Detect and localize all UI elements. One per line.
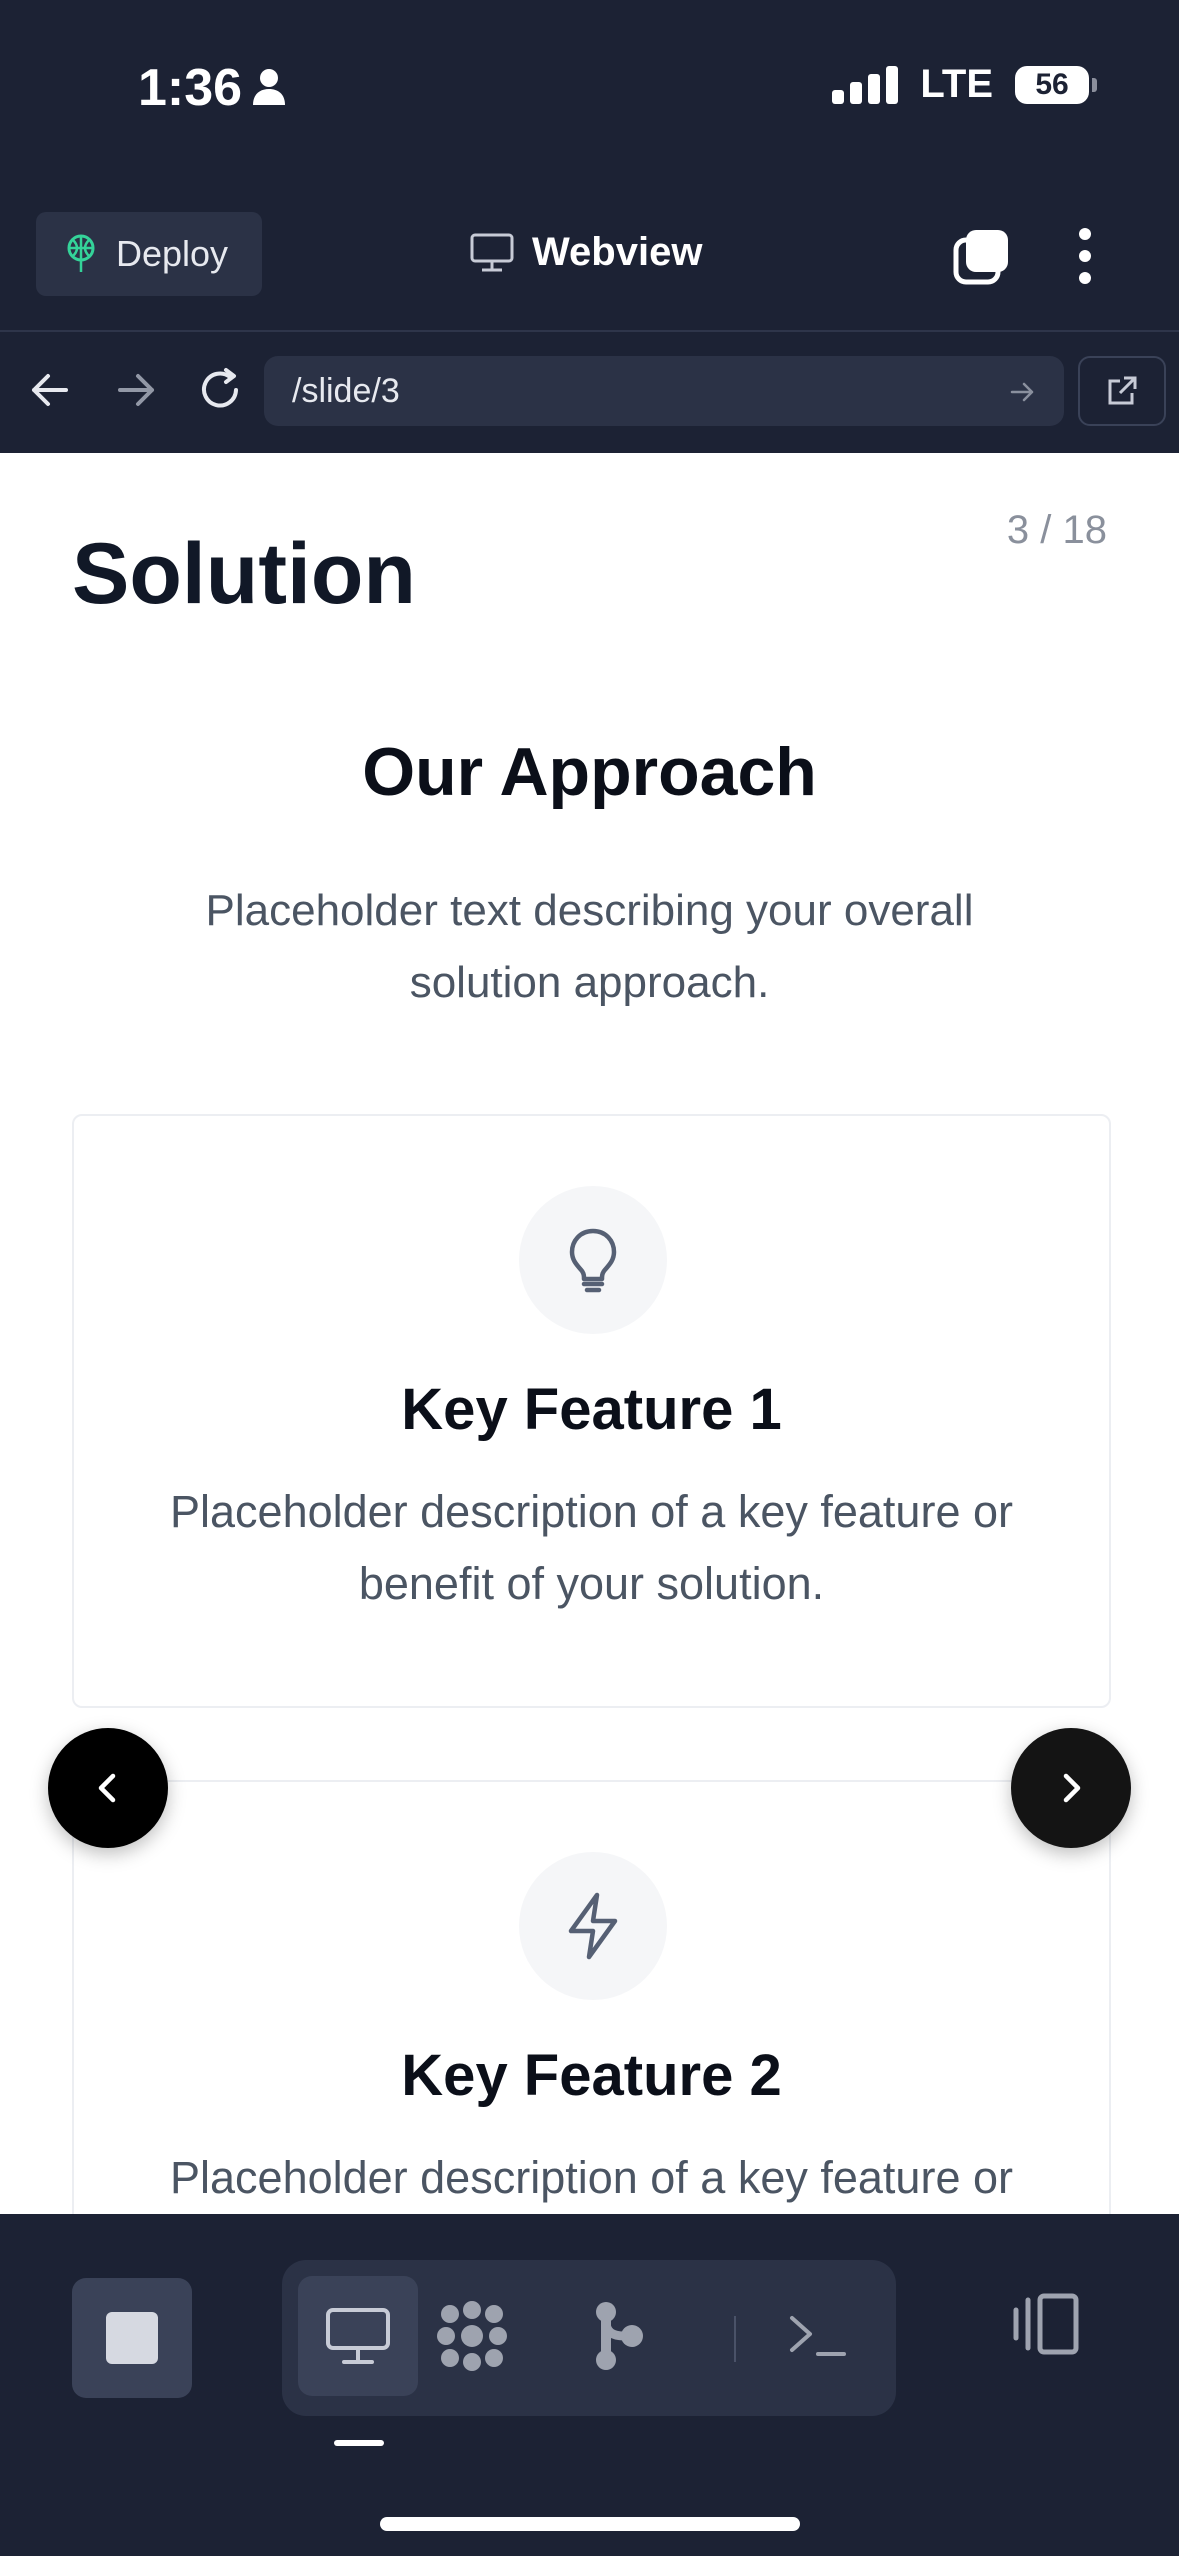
battery-indicator: 56 xyxy=(1015,65,1097,104)
feature-card: Key Feature 1 Placeholder description of… xyxy=(72,1114,1111,1708)
go-icon[interactable] xyxy=(1006,376,1038,408)
monitor-icon xyxy=(470,233,514,271)
back-icon[interactable] xyxy=(22,362,78,418)
external-link-icon xyxy=(1108,376,1137,405)
carousel-prev-button[interactable] xyxy=(48,1728,168,1848)
open-external-button[interactable] xyxy=(1078,356,1166,426)
forward-icon[interactable] xyxy=(108,362,164,418)
header-title: Webview xyxy=(470,230,702,275)
slide-counter: 3 / 18 xyxy=(1006,508,1107,552)
deploy-icon xyxy=(67,234,95,272)
status-indicators: LTE 56 xyxy=(832,62,1097,107)
chevron-right-icon xyxy=(1063,1773,1081,1803)
header-title-label: Webview xyxy=(532,230,703,274)
feature-title: Key Feature 1 xyxy=(401,1377,782,1442)
url-input[interactable]: /slide/3 xyxy=(264,356,1064,426)
section-description: Placeholder text describing your overall… xyxy=(205,886,974,1007)
signal-icon xyxy=(832,65,899,104)
lightbulb-icon xyxy=(569,1228,617,1293)
active-tab-indicator xyxy=(334,2440,384,2446)
apps-icon xyxy=(437,2301,507,2371)
tabs-icon[interactable] xyxy=(952,226,1012,286)
app-header: Deploy Webview xyxy=(0,180,1179,332)
webview-content: 3 / 18 Solution Our Approach Placeholder… xyxy=(0,453,1179,2214)
stop-button[interactable] xyxy=(72,2278,192,2398)
deploy-label: Deploy xyxy=(116,233,229,274)
chevron-left-icon xyxy=(98,1773,116,1803)
url-bar: /slide/3 xyxy=(0,332,1179,452)
lightning-icon xyxy=(568,1892,618,1960)
person-icon xyxy=(253,69,285,105)
tool-terminal[interactable] xyxy=(758,2276,878,2396)
reload-icon[interactable] xyxy=(192,362,248,418)
feature-description: Placeholder description of a key feature… xyxy=(170,2152,1013,2203)
status-time: 1:36 xyxy=(138,59,243,117)
split-view-icon[interactable] xyxy=(1006,2288,1086,2360)
feature-card: Key Feature 2 Placeholder description of… xyxy=(72,1780,1111,2214)
tool-git[interactable] xyxy=(558,2276,678,2396)
slide-title: Solution xyxy=(72,526,416,622)
home-indicator xyxy=(380,2517,800,2531)
terminal-icon xyxy=(790,2316,846,2356)
monitor-icon xyxy=(326,2308,390,2364)
feature-icon-wrap xyxy=(519,1852,667,2000)
section-title: Our Approach xyxy=(362,734,817,810)
status-bar: 1:36 LTE 56 xyxy=(0,0,1179,180)
more-options-icon[interactable] xyxy=(1070,226,1100,286)
bottom-toolbar xyxy=(0,2214,1179,2556)
tool-apps[interactable] xyxy=(412,2276,532,2396)
feature-description: Placeholder description of a key feature… xyxy=(170,1486,1013,1609)
tool-switcher xyxy=(282,2260,896,2416)
url-text: /slide/3 xyxy=(292,372,400,410)
git-icon xyxy=(596,2302,643,2370)
stop-icon xyxy=(106,2312,158,2364)
deploy-button[interactable]: Deploy xyxy=(36,212,262,296)
toolbar-divider xyxy=(734,2316,736,2362)
feature-icon-wrap xyxy=(519,1186,667,1334)
feature-title: Key Feature 2 xyxy=(401,2043,782,2108)
tool-webview[interactable] xyxy=(298,2276,418,2396)
network-type: LTE xyxy=(920,62,993,106)
carousel-next-button[interactable] xyxy=(1011,1728,1131,1848)
